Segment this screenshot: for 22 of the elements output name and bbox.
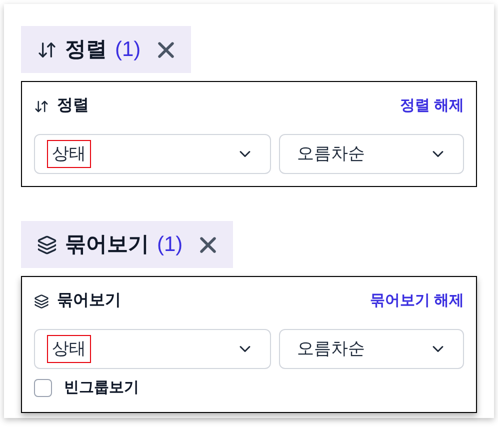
panel-title: 묶어보기 bbox=[57, 291, 121, 311]
dropdown[interactable]: 오름차순 bbox=[278, 329, 464, 369]
checkbox[interactable] bbox=[34, 379, 52, 398]
chip-count: (1) bbox=[115, 36, 141, 63]
dropdown-value: 상태 bbox=[47, 140, 91, 168]
sort-icon bbox=[37, 40, 57, 60]
dropdown-value: 오름차순 bbox=[296, 143, 366, 166]
dropdown-value: 오름차순 bbox=[296, 338, 366, 360]
clear-link[interactable]: 정렬 해제 bbox=[400, 94, 464, 118]
chip-label: 묶어보기 bbox=[65, 232, 149, 258]
clear-link[interactable]: 묶어보기 해제 bbox=[370, 290, 464, 312]
checkbox-label: 빈그룹보기 bbox=[64, 378, 139, 398]
dropdown[interactable]: 오름차순 bbox=[278, 134, 464, 174]
dropdown[interactable]: 상태 bbox=[34, 329, 271, 369]
dropdown-value: 상태 bbox=[47, 335, 91, 363]
chip-label: 정렬 bbox=[65, 36, 107, 63]
sort-icon bbox=[34, 98, 49, 114]
panel-title: 정렬 bbox=[57, 96, 89, 116]
layers-icon bbox=[34, 294, 49, 308]
layers-icon bbox=[37, 234, 57, 254]
dropdown[interactable]: 상태 bbox=[34, 134, 271, 174]
chip-count: (1) bbox=[157, 232, 183, 258]
